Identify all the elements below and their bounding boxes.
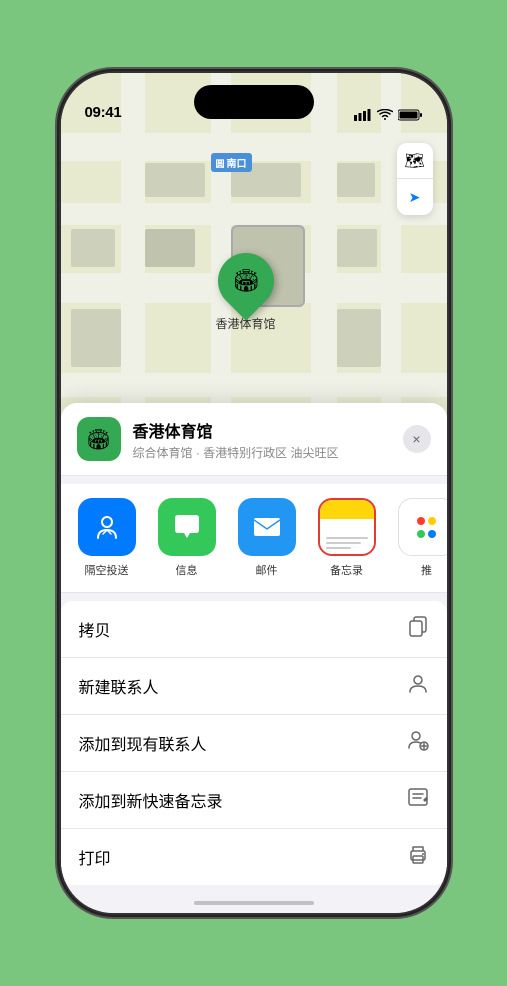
battery-icon — [398, 109, 423, 121]
add-contact-icon — [407, 729, 429, 757]
menu-list: 拷贝 新建联系人 — [61, 601, 447, 885]
share-notes[interactable]: 备忘录 — [311, 498, 383, 578]
location-pin: 🏟 香港体育馆 — [216, 253, 276, 332]
mail-label: 邮件 — [256, 562, 278, 578]
menu-item-copy[interactable]: 拷贝 — [61, 601, 447, 658]
more-label: 推 — [421, 562, 432, 578]
status-icons — [354, 109, 423, 121]
notes-label: 备忘录 — [330, 562, 363, 578]
share-actions-row: 隔空投送 信息 — [61, 484, 447, 593]
signal-icon — [354, 109, 372, 121]
share-mail[interactable]: 邮件 — [231, 498, 303, 578]
copy-label: 拷贝 — [79, 617, 111, 641]
menu-item-add-contact[interactable]: 添加到现有联系人 — [61, 715, 447, 772]
airdrop-label: 隔空投送 — [85, 562, 129, 578]
venue-desc: 综合体育馆 · 香港特别行政区 油尖旺区 — [133, 444, 391, 461]
phone-frame: 09:41 — [59, 71, 449, 915]
home-indicator — [194, 901, 314, 905]
close-button[interactable]: × — [403, 425, 431, 453]
phone-screen: 09:41 — [61, 73, 447, 913]
messages-label: 信息 — [176, 562, 198, 578]
print-icon — [407, 843, 429, 871]
map-controls[interactable]: 🗺 ➤ — [397, 143, 433, 215]
venue-header: 🏟 香港体育馆 综合体育馆 · 香港特别行政区 油尖旺区 × — [61, 403, 447, 476]
share-sheet: 🏟 香港体育馆 综合体育馆 · 香港特别行政区 油尖旺区 × — [61, 403, 447, 913]
menu-item-print[interactable]: 打印 — [61, 829, 447, 885]
quick-note-icon — [407, 786, 429, 814]
more-icon — [398, 498, 447, 556]
wifi-icon — [377, 109, 393, 121]
venue-info: 香港体育馆 综合体育馆 · 香港特别行政区 油尖旺区 — [133, 418, 391, 461]
airdrop-icon — [78, 498, 136, 556]
share-airdrop[interactable]: 隔空投送 — [71, 498, 143, 578]
notes-icon — [318, 498, 376, 556]
new-contact-icon — [407, 672, 429, 700]
share-more[interactable]: 推 — [391, 498, 447, 578]
venue-name: 香港体育馆 — [133, 418, 391, 442]
dynamic-island — [194, 85, 314, 119]
add-contact-label: 添加到现有联系人 — [79, 731, 207, 755]
map-layers-button[interactable]: 🗺 — [397, 143, 433, 179]
copy-icon — [407, 615, 429, 643]
menu-item-new-contact[interactable]: 新建联系人 — [61, 658, 447, 715]
venue-icon: 🏟 — [77, 417, 121, 461]
map-location-button[interactable]: ➤ — [397, 179, 433, 215]
share-messages[interactable]: 信息 — [151, 498, 223, 578]
messages-icon — [158, 498, 216, 556]
map-label: 圆南口 — [211, 153, 252, 172]
mail-icon — [238, 498, 296, 556]
pin-icon: 🏟 — [206, 241, 285, 320]
status-time: 09:41 — [85, 104, 122, 121]
print-label: 打印 — [79, 845, 111, 869]
menu-item-quick-note[interactable]: 添加到新快速备忘录 — [61, 772, 447, 829]
quick-note-label: 添加到新快速备忘录 — [79, 788, 223, 812]
new-contact-label: 新建联系人 — [79, 674, 159, 698]
